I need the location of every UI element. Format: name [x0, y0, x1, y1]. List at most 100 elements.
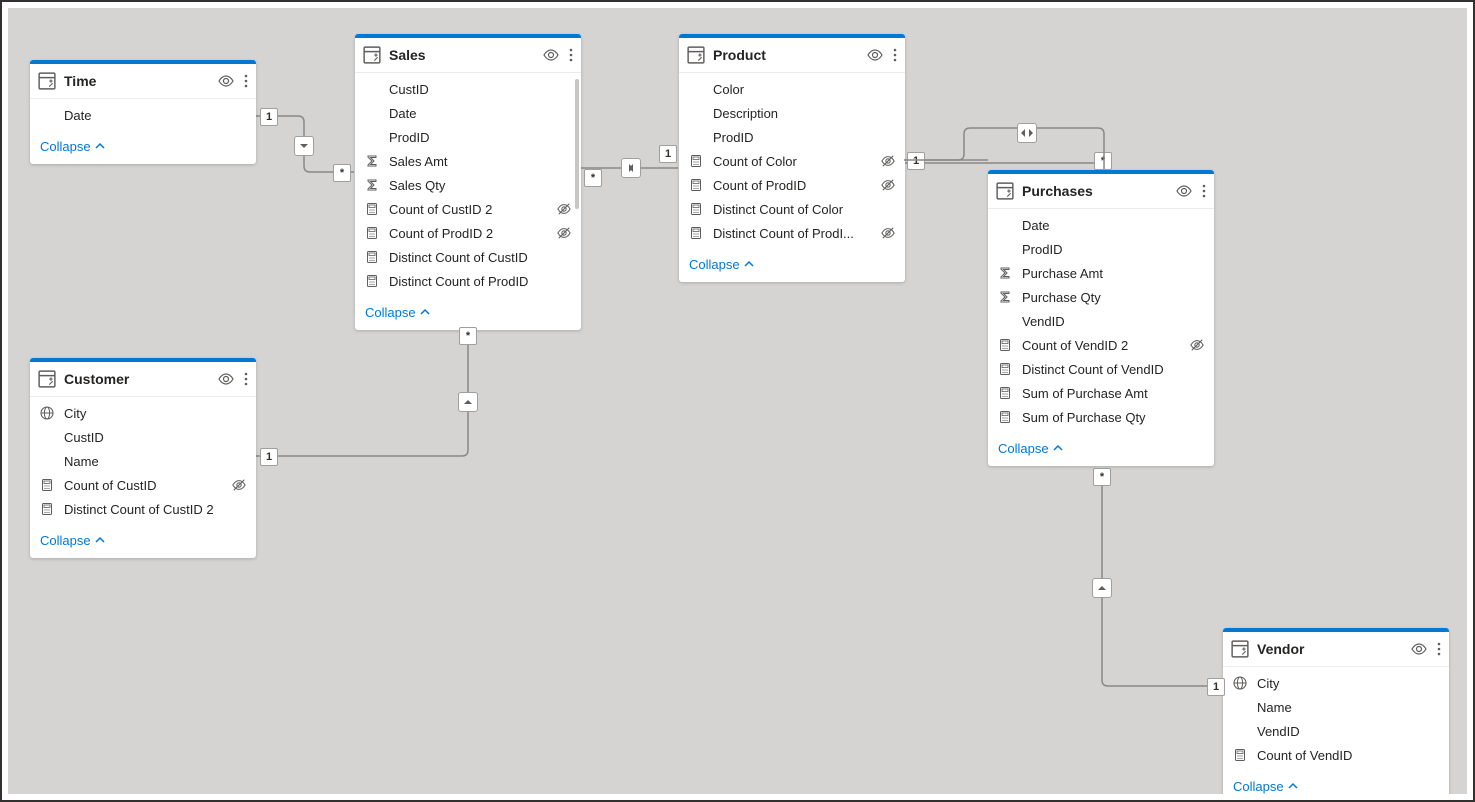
field-row[interactable]: Date [355, 101, 581, 125]
field-label: ProdID [1022, 242, 1204, 257]
field-row[interactable]: VendID [1223, 719, 1449, 743]
field-row[interactable]: Date [30, 103, 256, 127]
field-row[interactable]: CustID [355, 77, 581, 101]
eye-icon[interactable] [218, 371, 234, 387]
table-product[interactable]: Product Color Description ProdID Count o… [679, 34, 905, 282]
field-row[interactable]: Distinct Count of ProdID [355, 269, 581, 293]
field-row[interactable]: Distinct Count of ProdI... [679, 221, 905, 245]
field-row[interactable]: Sum of Purchase Qty [988, 405, 1214, 429]
field-row[interactable]: Count of CustID [30, 473, 256, 497]
scrollbar[interactable] [575, 79, 579, 209]
field-label: Distinct Count of ProdI... [713, 226, 871, 241]
table-header: Vendor [1223, 632, 1449, 667]
diagram-canvas[interactable]: Time Date Collapse [8, 8, 1467, 794]
field-row[interactable]: Name [1223, 695, 1449, 719]
collapse-button[interactable]: Collapse [30, 131, 256, 164]
field-row[interactable]: Count of CustID 2 [355, 197, 581, 221]
field-row[interactable]: Count of VendID 2 [988, 333, 1214, 357]
field-row[interactable]: Sum of Purchase Amt [988, 381, 1214, 405]
eye-icon[interactable] [543, 47, 559, 63]
field-row[interactable]: Distinct Count of CustID [355, 245, 581, 269]
field-row[interactable]: Description [679, 101, 905, 125]
table-sales[interactable]: Sales CustID Date ProdID Sales Amt Sales… [355, 34, 581, 330]
field-label: Purchase Amt [1022, 266, 1204, 281]
field-row[interactable]: City [1223, 671, 1449, 695]
field-row[interactable]: Count of ProdID 2 [355, 221, 581, 245]
cardinality-one: 1 [907, 152, 925, 170]
field-row[interactable]: Purchase Amt [988, 261, 1214, 285]
calculator-icon [365, 226, 379, 240]
table-body: Color Description ProdID Count of Color … [679, 73, 905, 249]
more-icon[interactable] [244, 371, 248, 387]
field-label: Count of VendID 2 [1022, 338, 1180, 353]
cardinality-many: * [333, 164, 351, 182]
field-row[interactable]: Distinct Count of Color [679, 197, 905, 221]
filter-direction-icon[interactable] [621, 158, 641, 178]
field-label: Purchase Qty [1022, 290, 1204, 305]
eye-icon[interactable] [218, 73, 234, 89]
table-vendor[interactable]: Vendor City Name VendID Count of VendID … [1223, 628, 1449, 794]
hidden-icon [1190, 338, 1204, 352]
cardinality-many: * [584, 169, 602, 187]
field-label: Sum of Purchase Qty [1022, 410, 1204, 425]
cardinality-one: 1 [1207, 678, 1225, 696]
more-icon[interactable] [244, 73, 248, 89]
collapse-button[interactable]: Collapse [988, 433, 1214, 466]
filter-direction-icon[interactable] [294, 136, 314, 156]
field-icon-none [689, 106, 703, 120]
field-icon-none [1233, 724, 1247, 738]
field-row[interactable]: Count of ProdID [679, 173, 905, 197]
cardinality-many: * [1094, 152, 1112, 170]
field-row[interactable]: Distinct Count of CustID 2 [30, 497, 256, 521]
table-title: Sales [389, 47, 535, 63]
field-label: Name [64, 454, 246, 469]
field-row[interactable]: Count of Color [679, 149, 905, 173]
field-row[interactable]: Sales Qty [355, 173, 581, 197]
field-row[interactable]: Distinct Count of VendID [988, 357, 1214, 381]
field-icon-none [365, 82, 379, 96]
table-body: Date [30, 99, 256, 131]
collapse-button[interactable]: Collapse [679, 249, 905, 282]
field-row[interactable]: Count of VendID [1223, 743, 1449, 767]
field-row[interactable]: Sales Amt [355, 149, 581, 173]
table-purchases[interactable]: Purchases Date ProdID Purchase Amt Purch… [988, 170, 1214, 466]
eye-icon[interactable] [1411, 641, 1427, 657]
filter-direction-icon[interactable] [458, 392, 478, 412]
table-title: Product [713, 47, 859, 63]
filter-bidirectional-icon[interactable] [1017, 123, 1037, 143]
eye-icon[interactable] [867, 47, 883, 63]
field-row[interactable]: Date [988, 213, 1214, 237]
collapse-button[interactable]: Collapse [1223, 771, 1449, 794]
field-label: Color [713, 82, 895, 97]
more-icon[interactable] [893, 47, 897, 63]
collapse-label: Collapse [1233, 779, 1284, 794]
field-row[interactable]: CustID [30, 425, 256, 449]
field-label: VendID [1022, 314, 1204, 329]
field-row[interactable]: ProdID [355, 125, 581, 149]
field-row[interactable]: City [30, 401, 256, 425]
calculator-icon [689, 178, 703, 192]
field-label: Count of CustID 2 [389, 202, 547, 217]
field-label: Sales Amt [389, 154, 571, 169]
field-row[interactable]: Color [679, 77, 905, 101]
table-customer[interactable]: Customer City CustID Name Count of CustI… [30, 358, 256, 558]
collapse-button[interactable]: Collapse [355, 297, 581, 330]
filter-direction-icon[interactable] [1092, 578, 1112, 598]
field-row[interactable]: Purchase Qty [988, 285, 1214, 309]
field-row[interactable]: ProdID [988, 237, 1214, 261]
more-icon[interactable] [1437, 641, 1441, 657]
chevron-up-icon [95, 139, 105, 154]
field-icon-none [365, 130, 379, 144]
field-icon-none [365, 106, 379, 120]
eye-icon[interactable] [1176, 183, 1192, 199]
table-time[interactable]: Time Date Collapse [30, 60, 256, 164]
field-label: Count of VendID [1257, 748, 1439, 763]
more-icon[interactable] [569, 47, 573, 63]
field-row[interactable]: ProdID [679, 125, 905, 149]
collapse-button[interactable]: Collapse [30, 525, 256, 558]
table-header: Sales [355, 38, 581, 73]
field-row[interactable]: VendID [988, 309, 1214, 333]
more-icon[interactable] [1202, 183, 1206, 199]
field-row[interactable]: Name [30, 449, 256, 473]
table-icon [996, 182, 1014, 200]
